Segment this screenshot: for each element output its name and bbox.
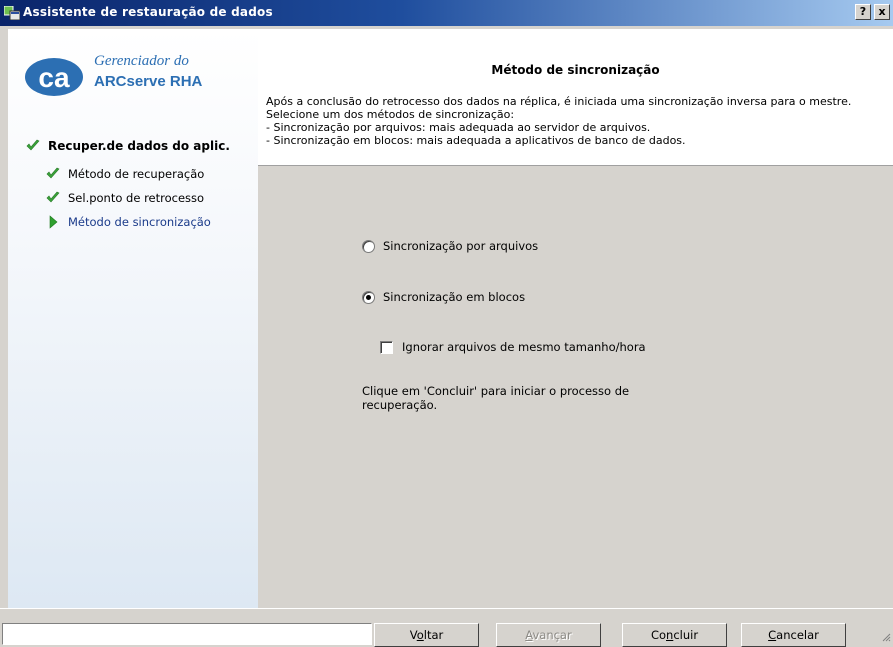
block-sync-label: Sincronização em blocos bbox=[383, 290, 526, 304]
resize-grip-icon[interactable] bbox=[881, 632, 891, 642]
block-sync-radio[interactable] bbox=[362, 290, 375, 304]
file-sync-label: Sincronização por arquivos bbox=[383, 239, 539, 253]
page-description: Após a conclusão do retrocesso dos dados… bbox=[266, 95, 852, 147]
check-icon bbox=[46, 191, 60, 203]
next-button[interactable]: Avançar bbox=[496, 623, 601, 647]
page-title: Método de sincronização bbox=[491, 63, 660, 77]
ignore-same-files-option[interactable]: Ignorar arquivos de mesmo tamanho/hora bbox=[380, 340, 646, 354]
btn-text: Co bbox=[650, 628, 667, 642]
check-icon bbox=[46, 167, 60, 179]
btn-text: ancelar bbox=[776, 628, 819, 642]
cancel-button[interactable]: Cancelar bbox=[741, 623, 846, 647]
arrow-right-icon bbox=[49, 215, 58, 229]
close-button[interactable]: x bbox=[874, 4, 890, 20]
step-sync-method: Método de sincronização bbox=[46, 215, 211, 229]
file-sync-option[interactable]: Sincronização por arquivos bbox=[362, 239, 538, 253]
step-rewind-point: Sel.ponto de retrocesso bbox=[46, 191, 204, 205]
app-window-icon bbox=[4, 6, 20, 20]
logo-line1: Gerenciador do bbox=[94, 53, 189, 69]
logo-line2: ARCserve RHA bbox=[94, 73, 203, 90]
step-main-label: Recuper.de dados do aplic. bbox=[48, 139, 230, 153]
button-bar: Voltar Avançar Concluir Cancelar bbox=[0, 608, 893, 647]
wizard-window: Assistente de restauração de dados ? x c… bbox=[0, 0, 893, 647]
status-field bbox=[2, 623, 372, 645]
block-sync-option[interactable]: Sincronização em blocos bbox=[362, 290, 525, 304]
btn-accel: o bbox=[416, 628, 424, 642]
btn-text: ltar bbox=[423, 628, 444, 642]
help-button[interactable]: ? bbox=[855, 4, 871, 20]
step-main: Recuper.de dados do aplic. bbox=[26, 139, 230, 153]
btn-text: cluir bbox=[673, 628, 699, 642]
check-icon bbox=[26, 139, 40, 151]
step-recovery-method: Método de recuperação bbox=[46, 167, 204, 181]
ignore-same-files-label: Ignorar arquivos de mesmo tamanho/hora bbox=[402, 340, 646, 354]
finish-button[interactable]: Concluir bbox=[622, 623, 727, 647]
finish-note: Clique em 'Concluir' para iniciar o proc… bbox=[362, 384, 630, 412]
step-label: Método de sincronização bbox=[68, 215, 211, 229]
window-title: Assistente de restauração de dados bbox=[23, 5, 273, 19]
btn-accel: C bbox=[768, 628, 777, 642]
btn-text: vançar bbox=[532, 628, 572, 642]
options-panel: Sincronização por arquivos Sincronização… bbox=[258, 166, 893, 608]
step-label: Método de recuperação bbox=[68, 167, 205, 181]
back-button[interactable]: Voltar bbox=[374, 623, 479, 647]
logo-mark-text: ca bbox=[38, 62, 70, 93]
step-label: Sel.ponto de retrocesso bbox=[68, 191, 205, 205]
file-sync-radio[interactable] bbox=[362, 239, 375, 253]
ignore-same-files-checkbox[interactable] bbox=[380, 340, 393, 354]
wizard-steps-pane: ca Gerenciador do ARCserve RHA Recuper.d… bbox=[8, 29, 258, 608]
title-bar: Assistente de restauração de dados ? x bbox=[0, 0, 893, 26]
page-header: Método de sincronização Após a conclusão… bbox=[258, 29, 893, 166]
ca-logo-icon: ca bbox=[25, 58, 83, 96]
btn-text: V bbox=[409, 628, 417, 642]
